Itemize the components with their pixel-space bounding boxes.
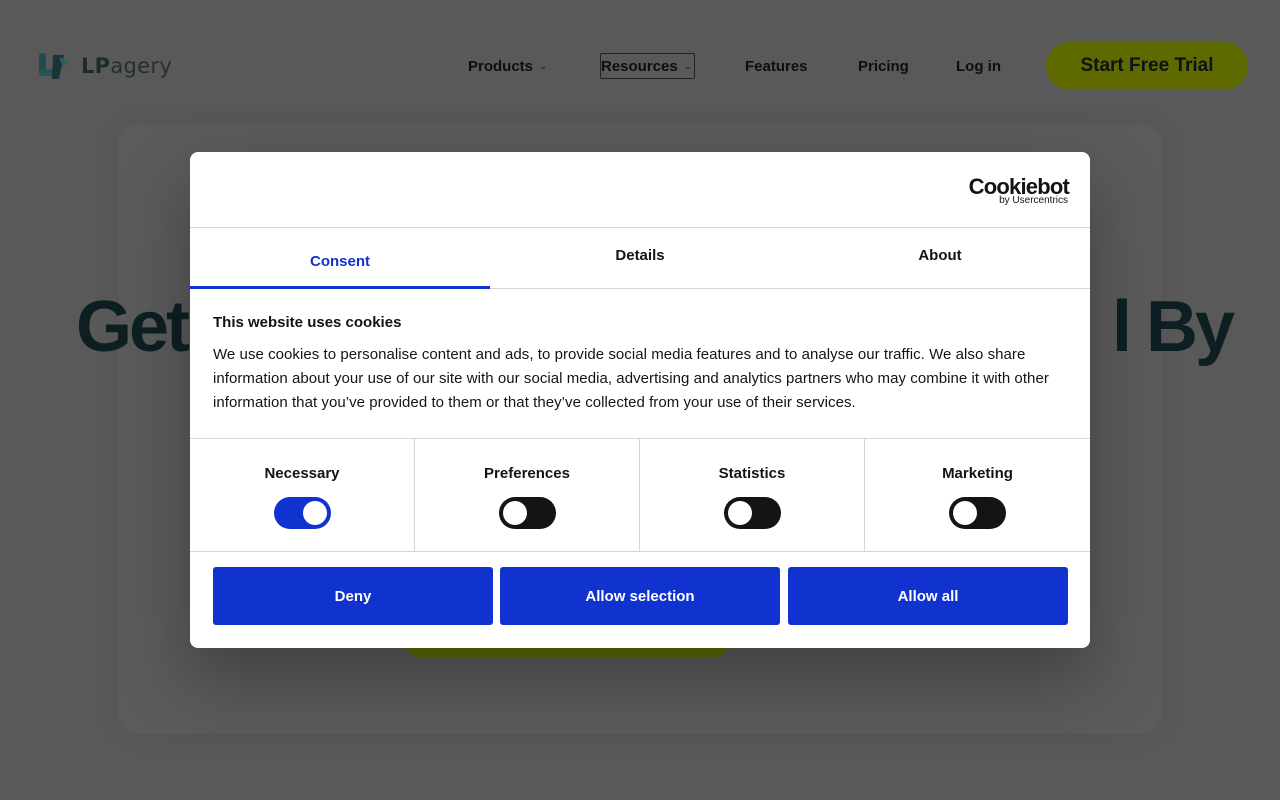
nav-products-label: Products <box>468 57 534 75</box>
tab-details-label: Details <box>615 246 665 264</box>
category-label: Preferences <box>484 465 570 482</box>
preferences-toggle[interactable] <box>499 497 556 529</box>
toggle-knob <box>953 501 977 525</box>
cookiebot-brand-sub: by Usercentrics <box>999 195 1068 206</box>
cookie-consent-dialog: Cookiebot by Usercentrics Consent Detail… <box>190 152 1090 648</box>
nav-login-label: Log in <box>956 57 1001 75</box>
chevron-down-icon: ⌄ <box>683 60 693 72</box>
toggle-knob <box>303 501 327 525</box>
toggle-knob <box>503 501 527 525</box>
tab-about[interactable]: About <box>790 228 1090 288</box>
nav-products[interactable]: Products ⌄ <box>468 53 547 79</box>
allow-selection-button[interactable]: Allow selection <box>500 567 780 625</box>
cookiebot-logo[interactable]: Cookiebot by Usercentrics <box>965 174 1070 208</box>
category-necessary: Necessary <box>190 439 415 551</box>
hero-title-left: Get <box>76 287 190 367</box>
nav-resources-label: Resources <box>601 57 678 75</box>
consent-title: This website uses cookies <box>213 314 402 331</box>
tab-consent-label: Consent <box>310 252 370 270</box>
consent-body: This website uses cookies We use cookies… <box>213 314 1073 415</box>
tab-details[interactable]: Details <box>490 228 790 288</box>
nav-features-label: Features <box>745 57 808 75</box>
category-label: Marketing <box>942 465 1013 482</box>
category-marketing: Marketing <box>865 439 1090 551</box>
nav-features[interactable]: Features <box>745 53 808 79</box>
hero-title-right: l By <box>1112 287 1235 367</box>
category-label: Necessary <box>264 465 340 482</box>
category-statistics: Statistics <box>640 439 865 551</box>
marketing-toggle[interactable] <box>949 497 1006 529</box>
statistics-toggle[interactable] <box>724 497 781 529</box>
dialog-header: Cookiebot by Usercentrics <box>190 152 1090 228</box>
dialog-tabs: Consent Details About <box>190 228 1090 289</box>
nav-pricing[interactable]: Pricing <box>858 53 909 79</box>
deny-button[interactable]: Deny <box>213 567 493 625</box>
category-preferences: Preferences <box>415 439 640 551</box>
category-label: Statistics <box>718 465 786 482</box>
consent-description: We use cookies to personalise content an… <box>213 346 1049 411</box>
start-free-trial-button[interactable]: Start Free Trial <box>1046 42 1248 90</box>
nav-resources[interactable]: Resources ⌄ <box>600 53 696 79</box>
nav-pricing-label: Pricing <box>858 57 909 75</box>
tab-consent[interactable]: Consent <box>190 228 490 289</box>
toggle-knob <box>728 501 752 525</box>
nav-login[interactable]: Log in <box>956 53 1001 79</box>
chevron-down-icon: ⌄ <box>539 60 548 72</box>
allow-all-button[interactable]: Allow all <box>788 567 1068 625</box>
cookie-categories: Necessary Preferences Statistics Marketi… <box>190 438 1090 552</box>
tab-about-label: About <box>918 246 962 264</box>
necessary-toggle[interactable] <box>274 497 331 529</box>
